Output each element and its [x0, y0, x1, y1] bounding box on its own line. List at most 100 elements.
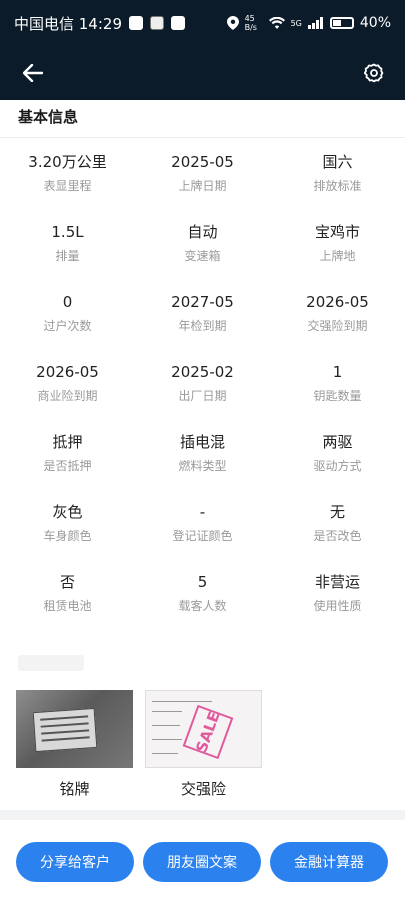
document-text-line [152, 725, 180, 726]
info-value: 两驱 [322, 433, 353, 451]
insurance-thumbnail[interactable]: SALE [145, 690, 262, 768]
basic-info-panel: 基本信息 3.20万公里 表显里程 2025-05 上牌日期 国六 排放标准 1… [0, 100, 405, 810]
nameplate-thumbnail[interactable] [16, 690, 133, 768]
info-item-leased-battery: 否 租赁电池 [0, 564, 135, 634]
location-icon [226, 16, 239, 30]
info-item-displacement: 1.5L 排量 [0, 214, 135, 284]
info-row: 0 过户次数 2027-05 年检到期 2026-05 交强险到期 [0, 284, 405, 354]
notification-app-icon [171, 16, 185, 30]
photo-caption: 交强险 [180, 780, 226, 798]
divider [0, 137, 405, 138]
plate-text-line [41, 736, 90, 742]
carrier-time: 中国电信 14:29 [14, 14, 122, 33]
plate-text-line [40, 722, 89, 728]
info-value: 2025-02 [171, 363, 234, 381]
info-value: 非营运 [314, 573, 360, 591]
info-item-certificate-color: - 登记证颜色 [135, 494, 270, 564]
info-value: 2027-05 [171, 293, 234, 311]
battery-level: 40% [359, 15, 391, 31]
info-row: 否 租赁电池 5 载客人数 非营运 使用性质 [0, 564, 405, 634]
info-value: 抵押 [52, 433, 83, 451]
document-text-line [152, 701, 212, 702]
status-bar: 中国电信 14:29 45 B/s 5G 40% [0, 0, 405, 46]
notification-app-icon [150, 16, 164, 30]
info-label: 表显里程 [43, 179, 92, 193]
info-item-transfer-count: 0 过户次数 [0, 284, 135, 354]
info-label: 钥匙数量 [313, 389, 362, 403]
network-type: 5G [290, 18, 302, 28]
info-item-body-color: 灰色 车身颜色 [0, 494, 135, 564]
plate-text-line [40, 715, 89, 721]
info-value: 否 [59, 573, 75, 591]
document-photos: 铭牌 SALE 交强险 [16, 690, 262, 799]
info-label: 上牌日期 [178, 179, 227, 193]
info-value: 宝鸡市 [314, 223, 360, 241]
battery-icon [329, 17, 354, 29]
info-value: 插电混 [179, 433, 225, 451]
insurance-photo[interactable]: SALE 交强险 [145, 690, 262, 799]
info-item-registration-city: 宝鸡市 上牌地 [270, 214, 405, 284]
info-row: 3.20万公里 表显里程 2025-05 上牌日期 国六 排放标准 [0, 144, 405, 214]
back-arrow-icon[interactable] [18, 58, 48, 88]
sale-stamp: SALE [182, 704, 234, 760]
info-row: 1.5L 排量 自动 变速箱 宝鸡市 上牌地 [0, 214, 405, 284]
share-to-customer-button[interactable]: 分享给客户 [16, 842, 134, 882]
info-item-drive-type: 两驱 驱动方式 [270, 424, 405, 494]
info-item-registration-date: 2025-05 上牌日期 [135, 144, 270, 214]
wifi-icon [268, 17, 285, 29]
info-label: 车身颜色 [43, 529, 92, 543]
top-nav-bar [0, 46, 405, 100]
nameplate-plate-image [32, 707, 98, 753]
document-text-line [152, 753, 178, 754]
photo-caption: 铭牌 [59, 780, 90, 798]
info-value: 无 [329, 503, 345, 521]
info-item-usage-nature: 非营运 使用性质 [270, 564, 405, 634]
section-title: 基本信息 [18, 108, 79, 126]
info-label: 燃料类型 [178, 459, 227, 473]
info-item-transmission: 自动 变速箱 [135, 214, 270, 284]
info-value: - [199, 503, 206, 521]
info-grid: 3.20万公里 表显里程 2025-05 上牌日期 国六 排放标准 1.5L 排… [0, 144, 405, 634]
info-label: 商业险到期 [37, 389, 98, 403]
info-value: 灰色 [52, 503, 83, 521]
info-value: 5 [197, 573, 208, 591]
status-right: 45 B/s 5G 40% [226, 14, 391, 32]
faded-section-header [18, 655, 84, 671]
signal-icon [307, 17, 323, 29]
info-label: 驱动方式 [313, 459, 362, 473]
info-label: 是否抵押 [43, 459, 92, 473]
info-value: 1 [332, 363, 343, 381]
document-text-line [152, 711, 182, 712]
info-label: 过户次数 [43, 319, 92, 333]
moments-copy-button[interactable]: 朋友圈文案 [143, 842, 261, 882]
info-label: 登记证颜色 [172, 529, 233, 543]
notification-app-icon [129, 16, 143, 30]
settings-gear-icon[interactable] [359, 58, 389, 88]
info-item-color-changed: 无 是否改色 [270, 494, 405, 564]
info-label: 变速箱 [184, 249, 221, 263]
info-item-inspection-expiry: 2027-05 年检到期 [135, 284, 270, 354]
info-label: 载客人数 [178, 599, 227, 613]
info-item-fuel-type: 插电混 燃料类型 [135, 424, 270, 494]
info-row: 2026-05 商业险到期 2025-02 出厂日期 1 钥匙数量 [0, 354, 405, 424]
info-value: 2026-05 [306, 293, 369, 311]
plate-text-line [41, 729, 90, 735]
info-label: 排放标准 [313, 179, 362, 193]
info-value: 2026-05 [36, 363, 99, 381]
info-label: 交强险到期 [307, 319, 368, 333]
info-value: 自动 [187, 223, 218, 241]
status-left: 中国电信 14:29 [14, 13, 185, 34]
info-label: 租赁电池 [43, 599, 92, 613]
info-label: 上牌地 [319, 249, 356, 263]
info-item-commercial-insurance-expiry: 2026-05 商业险到期 [0, 354, 135, 424]
info-item-seating-capacity: 5 载客人数 [135, 564, 270, 634]
info-item-mortgage: 抵押 是否抵押 [0, 424, 135, 494]
nameplate-photo[interactable]: 铭牌 [16, 690, 133, 799]
info-row: 灰色 车身颜色 - 登记证颜色 无 是否改色 [0, 494, 405, 564]
finance-calculator-button[interactable]: 金融计算器 [270, 842, 388, 882]
info-label: 出厂日期 [178, 389, 227, 403]
bottom-action-bar: 分享给客户 朋友圈文案 金融计算器 [0, 820, 405, 900]
info-value: 2025-05 [171, 153, 234, 171]
document-text-line [152, 739, 182, 740]
info-label: 是否改色 [313, 529, 362, 543]
